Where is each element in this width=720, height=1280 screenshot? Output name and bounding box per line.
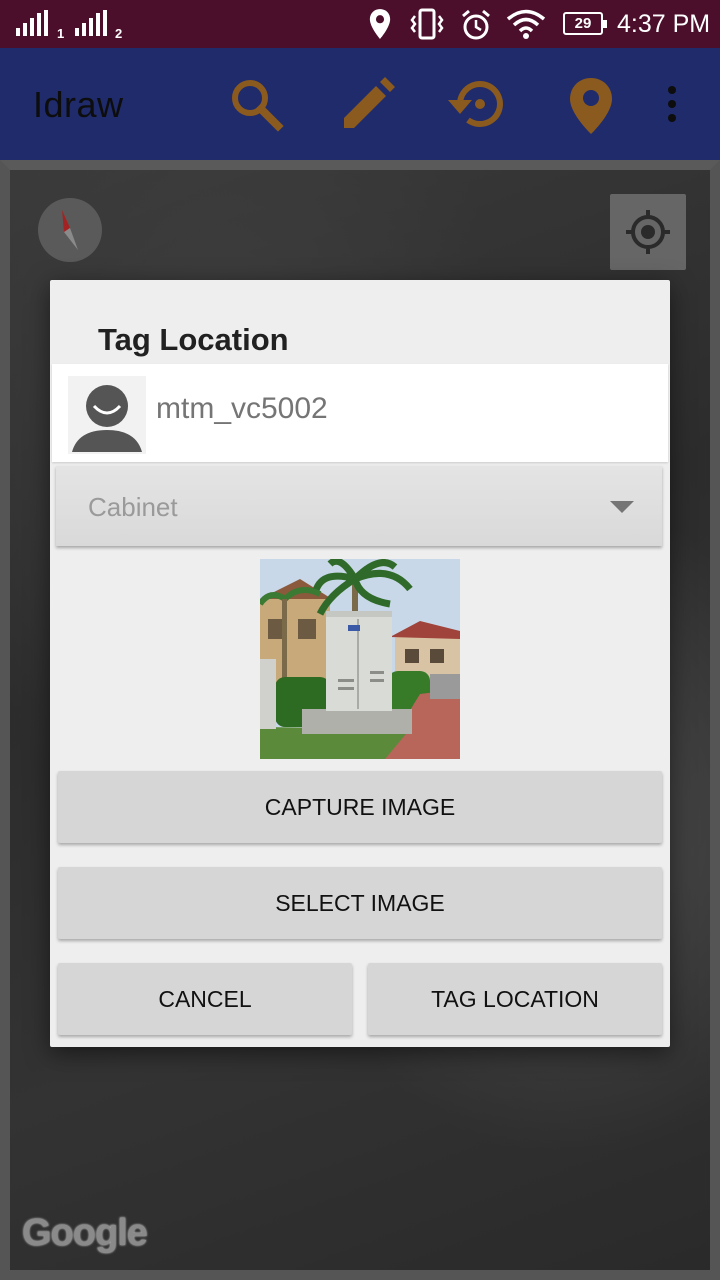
more-vert-icon[interactable]	[660, 76, 684, 132]
status-bar: 1 2 29 4:37 PM	[0, 0, 720, 48]
sim1-label: 1	[57, 26, 65, 41]
username-input[interactable]	[156, 392, 636, 426]
tag-location-button[interactable]: TAG LOCATION	[368, 963, 662, 1035]
app-bar: Idraw	[0, 48, 720, 160]
location-icon	[369, 9, 391, 39]
user-field	[52, 364, 668, 462]
map-attribution: Google	[22, 1212, 148, 1254]
category-dropdown[interactable]: Cabinet	[56, 466, 662, 546]
category-selected: Cabinet	[88, 492, 178, 522]
my-location-icon[interactable]	[610, 194, 686, 270]
status-time: 4:37 PM	[617, 10, 711, 38]
tag-location-dialog: Tag Location Cabinet	[50, 280, 670, 1047]
select-image-button[interactable]: SELECT IMAGE	[58, 867, 662, 939]
wifi-icon	[506, 9, 546, 39]
app-title: Idraw	[33, 84, 124, 125]
battery-icon: 29	[563, 12, 607, 35]
capture-image-button[interactable]: CAPTURE IMAGE	[58, 771, 662, 843]
place-icon[interactable]	[568, 76, 614, 136]
signal-sim1-icon	[16, 10, 48, 36]
cancel-button[interactable]: CANCEL	[58, 963, 352, 1035]
user-avatar-icon	[68, 376, 146, 454]
search-icon[interactable]	[228, 76, 284, 132]
compass-icon[interactable]	[38, 198, 102, 262]
vibrate-icon	[410, 8, 444, 40]
captured-photo-thumbnail	[260, 559, 460, 759]
signal-sim2-icon	[75, 10, 107, 36]
alarm-icon	[462, 9, 490, 40]
dropdown-arrow-icon	[610, 501, 634, 513]
restore-icon[interactable]	[446, 76, 508, 132]
sim2-label: 2	[115, 26, 123, 41]
dialog-title: Tag Location	[98, 322, 289, 357]
edit-icon[interactable]	[340, 76, 396, 132]
